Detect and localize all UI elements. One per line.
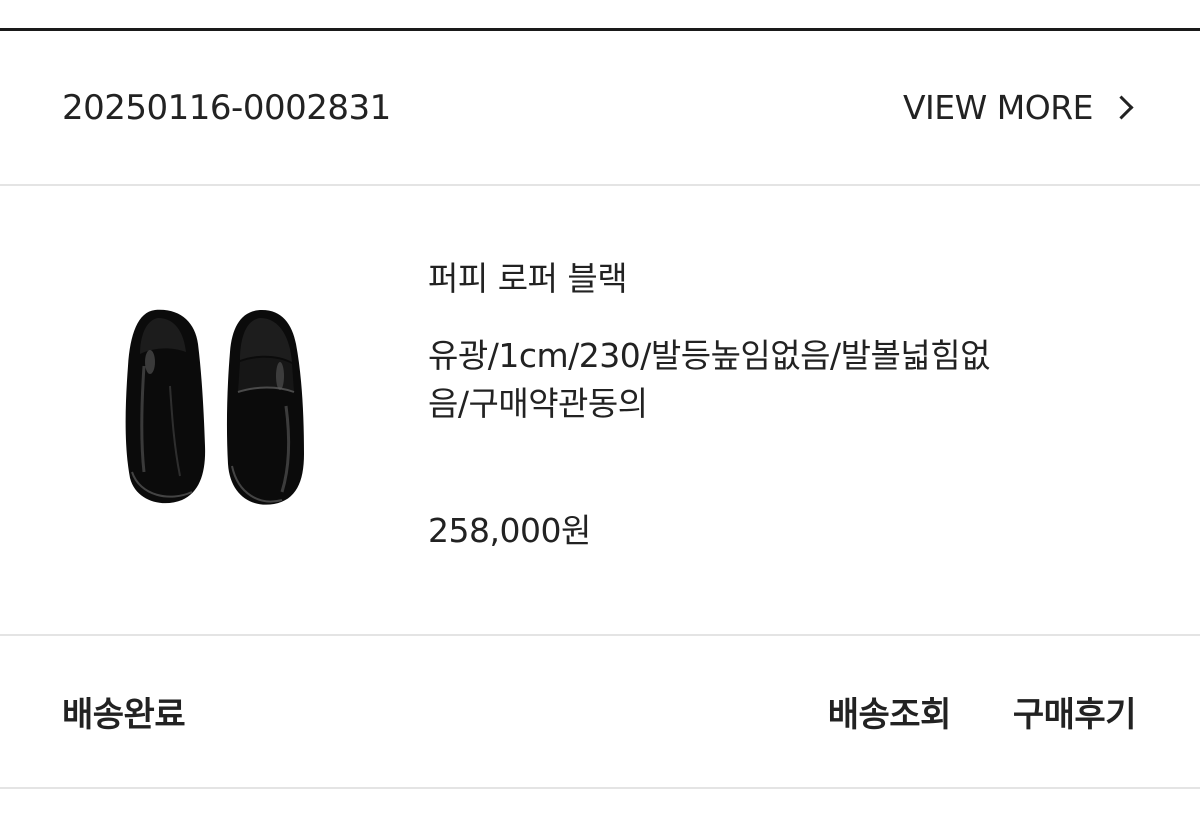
product-name[interactable]: 퍼피 로퍼 블랙 bbox=[428, 252, 628, 300]
order-number: 20250116-0002831 bbox=[62, 87, 391, 128]
view-more-label: VIEW MORE bbox=[902, 88, 1094, 127]
chevron-right-icon bbox=[1109, 95, 1134, 120]
product-thumbnail[interactable] bbox=[110, 296, 320, 516]
delivery-status: 배송완료 bbox=[62, 695, 186, 735]
track-delivery-button[interactable]: 배송조회 bbox=[828, 687, 952, 736]
product-price: 258,000원 bbox=[428, 511, 591, 550]
order-status-row: 배송완료 배송조회 구매후기 bbox=[0, 636, 1200, 787]
product-options: 유광/1cm/230/발등높임없음/발볼넓힘없음/구매약관동의 bbox=[428, 336, 990, 423]
view-more-link[interactable]: VIEW MORE bbox=[903, 88, 1136, 127]
order-card: 20250116-0002831 VIEW MORE 퍼피 로퍼 블랙 유광/1… bbox=[0, 0, 1200, 825]
divider bbox=[0, 787, 1200, 789]
order-header: 20250116-0002831 VIEW MORE bbox=[0, 31, 1200, 184]
write-review-button[interactable]: 구매후기 bbox=[1013, 687, 1137, 736]
loafer-shoes-image bbox=[125, 309, 304, 505]
order-actions: 배송조회 구매후기 bbox=[828, 687, 1137, 736]
product-item: 퍼피 로퍼 블랙 유광/1cm/230/발등높임없음/발볼넓힘없음/구매약관동의… bbox=[0, 186, 1200, 634]
